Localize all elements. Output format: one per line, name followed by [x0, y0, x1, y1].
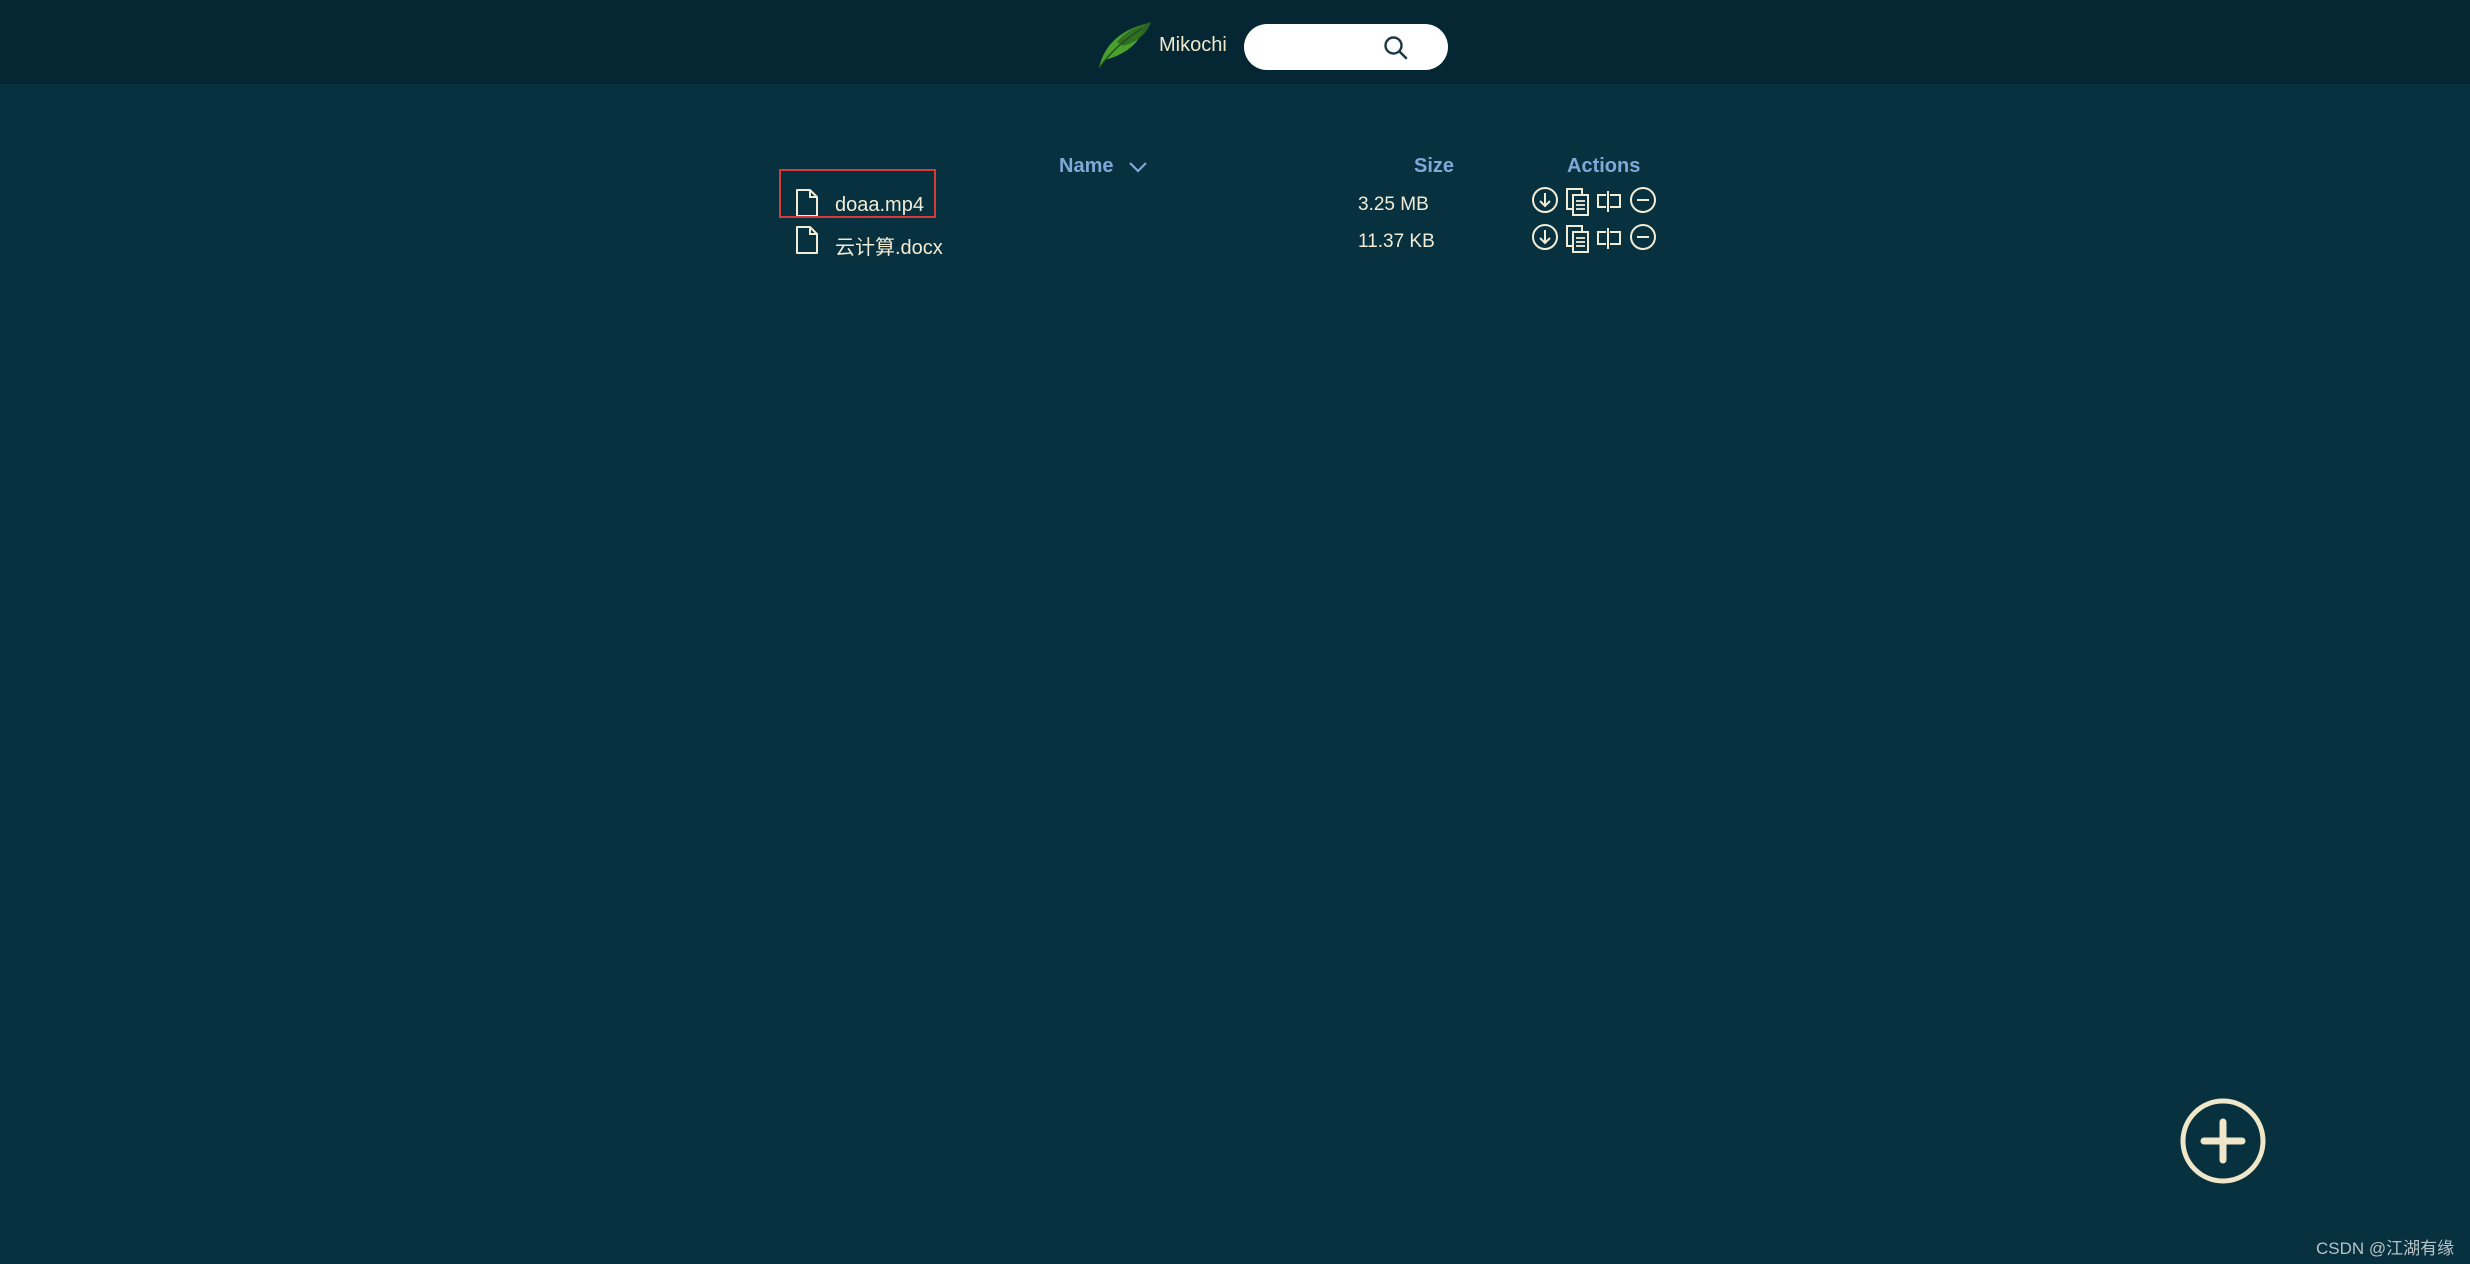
highlight-annotation-box: [779, 169, 936, 218]
file-icon: [796, 226, 818, 254]
search-box[interactable]: [1244, 24, 1448, 72]
top-bar: Mikochi: [0, 0, 2470, 84]
download-icon[interactable]: [1530, 186, 1560, 218]
copy-icon[interactable]: [1563, 223, 1593, 255]
file-name-link[interactable]: 云计算.docx: [835, 231, 943, 260]
copy-icon[interactable]: [1563, 186, 1593, 218]
search-icon[interactable]: [1381, 33, 1411, 63]
chevron-down-icon[interactable]: [1128, 160, 1148, 174]
download-icon[interactable]: [1530, 223, 1560, 255]
column-header-actions: Actions: [1567, 155, 1641, 177]
watermark-text: CSDN @江湖有缘: [2316, 1239, 2455, 1258]
file-size: 11.37 KB: [1358, 231, 1435, 252]
plus-circle-icon[interactable]: [2180, 1098, 2266, 1184]
rename-icon[interactable]: [1594, 186, 1624, 218]
delete-icon[interactable]: [1628, 223, 1658, 255]
column-header-name[interactable]: Name: [1059, 155, 1113, 178]
file-size: 3.25 MB: [1358, 194, 1429, 215]
delete-icon[interactable]: [1628, 186, 1658, 218]
column-header-size[interactable]: Size: [1414, 155, 1454, 178]
table-row: 云计算.docx 11.37 KB: [790, 223, 1690, 259]
leaf-logo-icon: [1098, 22, 1151, 69]
rename-icon[interactable]: [1594, 223, 1624, 255]
file-browser-page: Mikochi Name Size Actions doaa.mp4 3.25 …: [0, 0, 2470, 1264]
app-name: Mikochi: [1159, 34, 1227, 56]
